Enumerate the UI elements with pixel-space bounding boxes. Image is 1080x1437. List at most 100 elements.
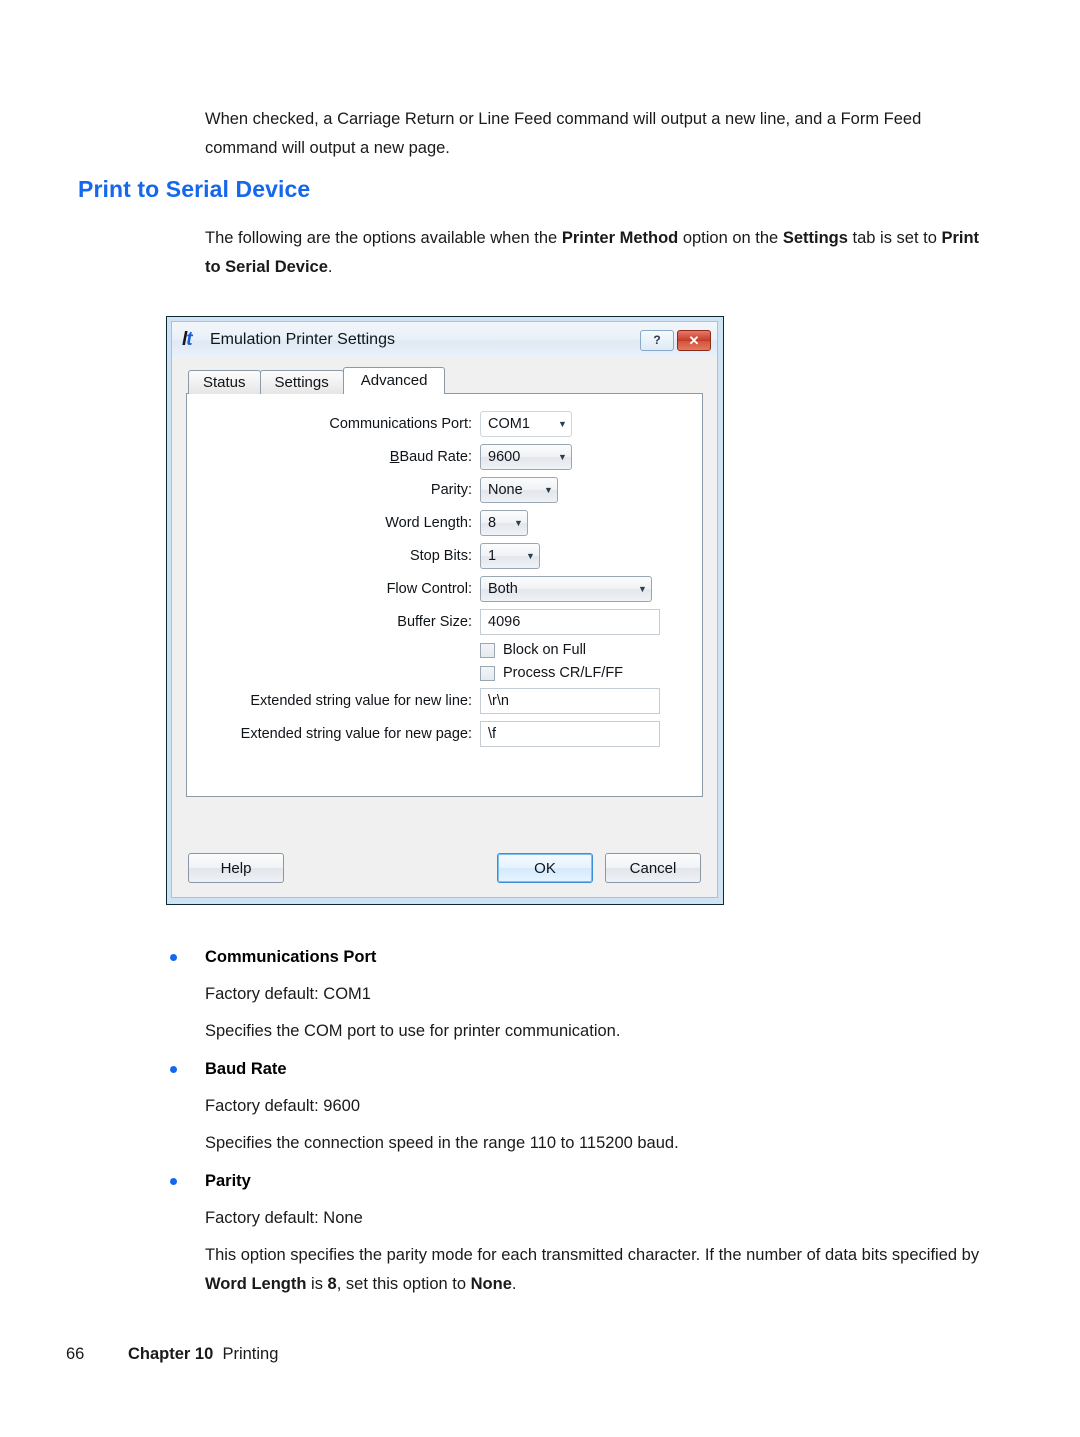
flow-control-select[interactable]: Both ▼ bbox=[480, 576, 652, 602]
field-row-communications-port: Communications Port: COM1 ▼ bbox=[187, 411, 686, 437]
titlebar-button-group: ? ✕ bbox=[640, 329, 711, 351]
close-icon[interactable]: ✕ bbox=[677, 329, 711, 351]
advanced-tab-panel: Communications Port: COM1 ▼ BBaud Rate: bbox=[186, 393, 703, 797]
option-term: Communications Port bbox=[160, 944, 990, 971]
help-button-label: Help bbox=[220, 859, 252, 877]
new-page-string-label: Extended string value for new page: bbox=[240, 726, 472, 742]
stop-bits-label: Stop Bits: bbox=[409, 548, 472, 564]
dialog-title: Emulation Printer Settings bbox=[210, 331, 395, 348]
lead-mid: option on the bbox=[678, 229, 783, 247]
intro-paragraph: When checked, a Carriage Return or Line … bbox=[205, 110, 922, 157]
dialog-body: Status Settings Advanced Communications … bbox=[172, 358, 717, 839]
dialog-titlebar: lt Emulation Printer Settings ? ✕ bbox=[172, 322, 717, 358]
lead-bold-printer-method: Printer Method bbox=[561, 229, 679, 247]
communications-port-label: Communications Port: bbox=[329, 416, 472, 432]
baud-rate-label: BBaud Rate: bbox=[389, 449, 472, 465]
tab-advanced[interactable]: Advanced bbox=[342, 367, 446, 394]
baud-rate-select[interactable]: 9600 ▼ bbox=[480, 444, 572, 470]
dialog-inner-frame: lt Emulation Printer Settings ? ✕ Status… bbox=[171, 321, 718, 898]
new-line-string-label: Extended string value for new line: bbox=[250, 693, 472, 709]
option-description: This option specifies the parity mode fo… bbox=[160, 1241, 990, 1299]
field-row-parity: Parity: None ▼ bbox=[187, 477, 686, 503]
parity-select[interactable]: None ▼ bbox=[480, 477, 558, 503]
buffer-size-input[interactable]: 4096 bbox=[480, 609, 660, 635]
emulation-printer-settings-dialog: lt Emulation Printer Settings ? ✕ Status… bbox=[166, 316, 724, 905]
baud-rate-value: 9600 bbox=[488, 449, 521, 465]
parity-desc-suffix: . bbox=[511, 1275, 517, 1293]
cancel-button-label: Cancel bbox=[629, 859, 677, 877]
options-list: Communications Port Factory default: COM… bbox=[160, 944, 990, 1309]
field-row-word-length: Word Length: 8 ▼ bbox=[187, 510, 686, 536]
option-default: Factory default: None bbox=[205, 1209, 363, 1227]
baud-rate-label-text: Baud Rate: bbox=[399, 449, 472, 465]
option-term-label: Baud Rate bbox=[205, 1060, 287, 1078]
field-row-baud-rate: BBaud Rate: 9600 ▼ bbox=[187, 444, 686, 470]
tab-status[interactable]: Status bbox=[188, 370, 261, 394]
app-logo-icon: lt bbox=[182, 329, 193, 350]
option-default: Factory default: 9600 bbox=[205, 1097, 361, 1115]
lead-suffix: tab is set to bbox=[847, 229, 942, 247]
parity-desc-prefix: This option specifies the parity mode fo… bbox=[205, 1246, 980, 1264]
new-page-string-input[interactable]: \f bbox=[480, 721, 660, 747]
word-length-select[interactable]: 8 ▼ bbox=[480, 510, 528, 536]
block-on-full-label: Block on Full bbox=[503, 642, 587, 658]
chevron-down-icon: ▼ bbox=[638, 583, 647, 594]
new-line-string-input[interactable]: \r\n bbox=[480, 688, 660, 714]
checkbox-row-process-crlfff: Process CR/LF/FF bbox=[187, 665, 686, 681]
page-title: Print to Serial Device bbox=[78, 176, 311, 202]
word-length-value: 8 bbox=[488, 515, 497, 531]
parity-label: Parity: bbox=[430, 482, 472, 498]
page-footer: 66 Chapter 10 Printing bbox=[66, 1345, 278, 1364]
option-term: Baud Rate bbox=[160, 1056, 990, 1083]
process-crlfff-label: Process CR/LF/FF bbox=[503, 665, 624, 681]
field-row-stop-bits: Stop Bits: 1 ▼ bbox=[187, 543, 686, 569]
flow-control-value: Both bbox=[488, 581, 518, 597]
parity-desc-bold-eight: 8 bbox=[327, 1275, 337, 1293]
chevron-down-icon: ▼ bbox=[526, 550, 535, 561]
process-crlfff-checkbox[interactable] bbox=[480, 665, 495, 681]
ok-button[interactable]: OK bbox=[497, 853, 593, 883]
chevron-down-icon: ▼ bbox=[558, 451, 567, 462]
option-term: Parity bbox=[160, 1168, 990, 1195]
option-term-label: Communications Port bbox=[205, 948, 377, 966]
buffer-size-label: Buffer Size: bbox=[397, 614, 472, 630]
option-term-label: Parity bbox=[205, 1172, 251, 1190]
tab-settings[interactable]: Settings bbox=[259, 370, 344, 394]
new-line-string-value: \r\n bbox=[488, 693, 509, 709]
footer-chapter-title: Printing bbox=[222, 1345, 279, 1363]
lead-paragraph: The following are the options available … bbox=[205, 224, 995, 282]
option-baud-rate: Baud Rate Factory default: 9600 Specifie… bbox=[160, 1056, 990, 1158]
option-description: Specifies the connection speed in the ra… bbox=[205, 1134, 679, 1152]
option-default: Factory default: COM1 bbox=[205, 985, 371, 1003]
lead-period: . bbox=[327, 258, 333, 276]
stop-bits-select[interactable]: 1 ▼ bbox=[480, 543, 540, 569]
ok-button-label: OK bbox=[534, 859, 556, 877]
option-communications-port: Communications Port Factory default: COM… bbox=[160, 944, 990, 1046]
chevron-down-icon: ▼ bbox=[514, 517, 523, 528]
tabstrip: Status Settings Advanced bbox=[188, 367, 703, 394]
field-row-buffer-size: Buffer Size: 4096 bbox=[187, 609, 686, 635]
footer-chapter: Chapter 10 bbox=[128, 1345, 214, 1363]
communications-port-select[interactable]: COM1 ▼ bbox=[480, 411, 572, 437]
bullet-dot-icon bbox=[170, 1178, 177, 1185]
document-page: When checked, a Carriage Return or Line … bbox=[0, 0, 1080, 1437]
option-description: Specifies the COM port to use for printe… bbox=[205, 1022, 621, 1040]
field-row-new-line-string: Extended string value for new line: \r\n bbox=[187, 688, 686, 714]
parity-desc-mid-2: , set this option to bbox=[336, 1275, 471, 1293]
checkbox-row-block-on-full: Block on Full bbox=[187, 642, 686, 658]
dialog-button-row: Help OK Cancel bbox=[172, 839, 717, 897]
word-length-label: Word Length: bbox=[385, 515, 472, 531]
option-parity: Parity Factory default: None This option… bbox=[160, 1168, 990, 1299]
block-on-full-checkbox[interactable] bbox=[480, 642, 495, 658]
field-row-new-page-string: Extended string value for new page: \f bbox=[187, 721, 686, 747]
chevron-down-icon: ▼ bbox=[558, 418, 567, 429]
help-question-icon[interactable]: ? bbox=[640, 329, 674, 351]
cancel-button[interactable]: Cancel bbox=[605, 853, 701, 883]
bullet-dot-icon bbox=[170, 954, 177, 961]
parity-desc-mid: is bbox=[306, 1275, 328, 1293]
help-button[interactable]: Help bbox=[188, 853, 284, 883]
buffer-size-value: 4096 bbox=[488, 614, 521, 630]
parity-value: None bbox=[488, 482, 523, 498]
parity-desc-bold-word-length: Word Length bbox=[205, 1275, 307, 1293]
bullet-dot-icon bbox=[170, 1066, 177, 1073]
